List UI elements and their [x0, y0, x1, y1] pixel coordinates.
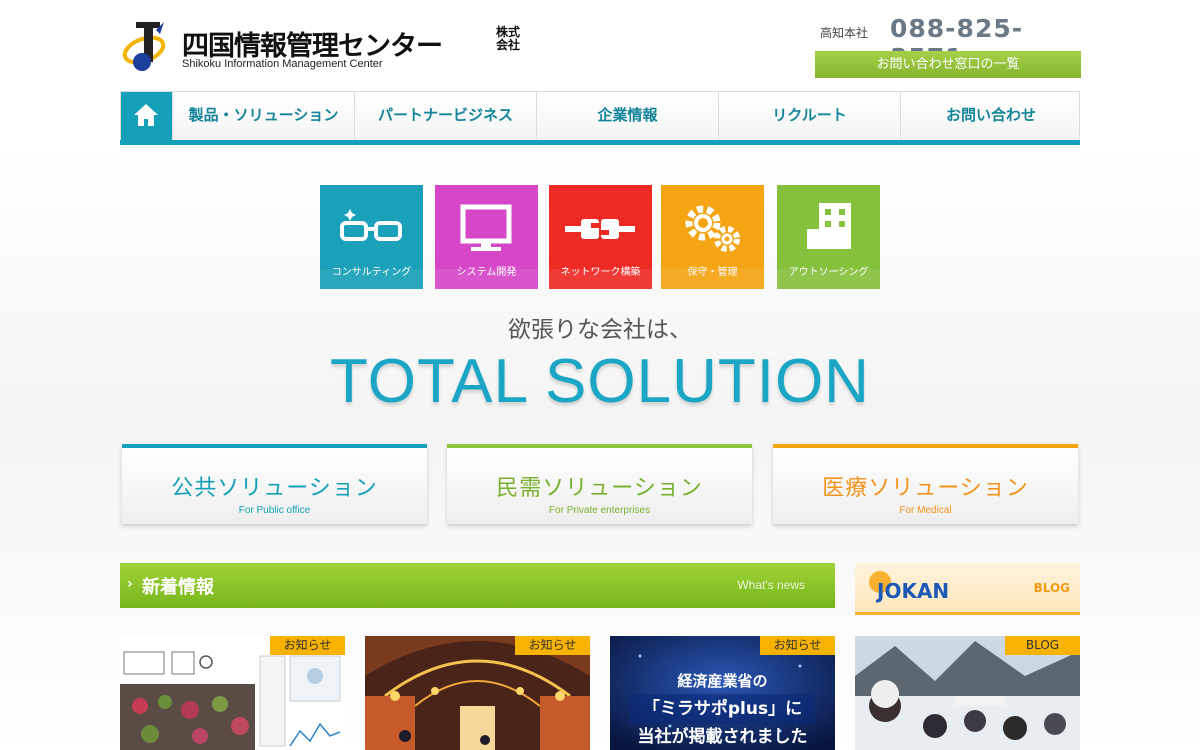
service-label: コンサルティング — [331, 267, 412, 278]
news-card[interactable]: 経済産業省の 「ミラサポplus」に 当社が掲載されました お知らせ — [610, 636, 835, 750]
hq-label: 高知本社 — [820, 26, 869, 40]
service-label: ネットワーク構築 — [560, 267, 641, 278]
company-suffix: 株式会社 — [496, 25, 521, 52]
page: 四国情報管理センター 株式会社 Shikoku Information Mana… — [120, 0, 1081, 750]
news-title-en: What's news — [737, 578, 805, 592]
service-label: アウトソーシング — [788, 267, 869, 278]
service-tile-system-dev[interactable]: システム開発 — [435, 185, 538, 289]
news-card-line3: 当社が掲載されました — [637, 727, 808, 747]
tagline: 欲張りな会社は、 — [508, 317, 692, 343]
news-header: › 新着情報 What's news — [120, 563, 835, 608]
company-logo[interactable]: 四国情報管理センター 株式会社 Shikoku Information Mana… — [120, 18, 540, 74]
news-title: 新着情報 — [142, 577, 214, 598]
blog-label: BLOG — [1033, 581, 1070, 595]
service-tile-outsourcing[interactable]: アウトソーシング — [777, 185, 880, 289]
home-icon — [134, 104, 158, 126]
blog-logo: JOKAN — [877, 579, 950, 603]
news-badge: BLOG — [1005, 636, 1080, 655]
logo-mark-icon — [122, 22, 166, 71]
service-tiles: コンサルティング システム開発 ネットワーク構築 保守・管理 アウトソーシング — [320, 185, 880, 289]
news-card[interactable]: BLOG — [855, 636, 1080, 750]
service-tile-consulting[interactable]: コンサルティング — [320, 185, 423, 289]
service-label: 保守・管理 — [687, 267, 738, 278]
service-label: システム開発 — [456, 267, 517, 278]
nav-item-partner[interactable]: パートナービジネス — [354, 92, 536, 141]
news-card[interactable]: お知らせ — [120, 636, 345, 750]
solution-private[interactable]: 民需ソリューション For Private enterprises — [447, 444, 752, 524]
news-badge: お知らせ — [760, 636, 835, 655]
solution-public[interactable]: 公共ソリューション For Public office — [122, 444, 427, 524]
monitor-icon — [460, 204, 512, 251]
news-card-line2: 「ミラサポplus」に — [642, 699, 803, 719]
nav-item-recruit[interactable]: リクルート — [718, 92, 900, 141]
solution-subtitle: For Private enterprises — [548, 505, 651, 516]
network-icon — [565, 219, 635, 239]
solution-title: 公共ソリューション — [171, 476, 378, 501]
nav-item-contact[interactable]: お問い合わせ — [900, 92, 1081, 141]
nav-item-company[interactable]: 企業情報 — [536, 92, 718, 141]
building-icon — [807, 203, 851, 249]
contact-list-button[interactable]: お問い合わせ窓口の一覧 — [815, 51, 1081, 78]
solution-title: 医療ソリューション — [822, 476, 1029, 501]
headline: TOTAL SOLUTION — [330, 347, 870, 416]
gears-icon — [685, 205, 740, 252]
news-badge: お知らせ — [515, 636, 590, 655]
glasses-icon — [340, 209, 402, 241]
service-tile-maintenance[interactable]: 保守・管理 — [661, 185, 764, 289]
nav-item-products[interactable]: 製品・ソリューション — [172, 92, 354, 141]
blog-banner[interactable]: JOKAN BLOG — [855, 563, 1080, 615]
news-card-line1: 経済産業省の — [677, 672, 768, 690]
main-nav: 製品・ソリューション パートナービジネス 企業情報 リクルート お問い合わせ — [120, 91, 1080, 145]
news-card[interactable]: お知らせ — [365, 636, 590, 750]
service-tile-network[interactable]: ネットワーク構築 — [549, 185, 652, 289]
solution-subtitle: For Medical — [899, 505, 952, 516]
solution-medical[interactable]: 医療ソリューション For Medical — [773, 444, 1078, 524]
news-badge: お知らせ — [270, 636, 345, 655]
solution-subtitle: For Public office — [238, 505, 311, 516]
chevron-right-icon: › — [127, 576, 133, 592]
company-name-en: Shikoku Information Management Center — [182, 58, 383, 70]
solution-title: 民需ソリューション — [496, 476, 703, 501]
nav-home-button[interactable] — [121, 92, 172, 141]
